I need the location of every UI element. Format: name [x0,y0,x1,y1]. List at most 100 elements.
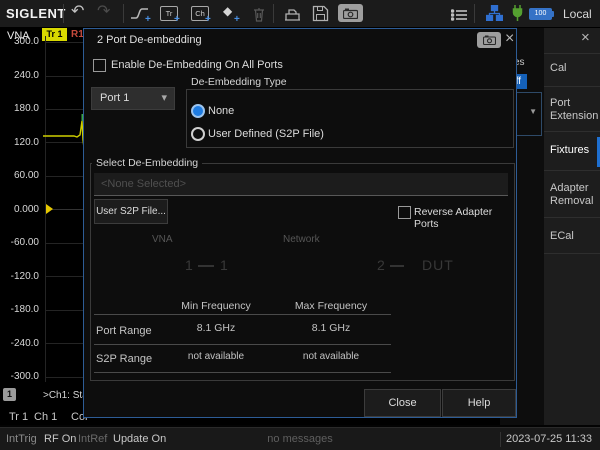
table-row-label: Port Range [96,325,152,337]
diamond-glyph: ◆ [223,4,232,18]
y-axis-label: 300.0 [0,36,39,47]
gridline [45,243,83,244]
gridline [45,276,83,277]
radio-none-label: None [208,105,234,117]
sidebar-divider [544,170,600,171]
help-button[interactable]: Help [442,389,516,417]
sidebar-item-cal[interactable]: Cal [550,62,596,75]
sidebar-item-adapter-removal[interactable]: Adapter Removal [550,182,596,208]
battery-icon: 100 [529,8,554,20]
s2p-file-field[interactable]: <None Selected> [94,173,508,196]
y-axis-label: 240.0 [0,70,39,81]
diagram-port2: 2 [377,257,385,273]
y-axis-label: -60.00 [0,237,39,248]
y-axis-label: 60.00 [0,170,39,181]
delete-trash-icon[interactable] [252,6,266,27]
menu-list-icon[interactable] [451,8,467,26]
table-cell: not available [294,351,368,362]
sidebar-divider [544,217,600,218]
redo-icon[interactable]: ↷ [97,4,110,20]
connector-line [198,265,214,267]
save-icon[interactable] [312,5,329,27]
reverse-ports-label: Reverse Adapter Ports [414,206,516,230]
recall-open-icon[interactable] [283,5,302,27]
close-button[interactable]: Close [364,389,441,417]
diagram-dut-label: DUT [422,257,454,273]
status-datetime: 2023-07-25 11:33 [506,433,592,445]
sidebar-item-ecal[interactable]: ECal [550,230,596,243]
table-header-max: Max Frequency [294,300,368,312]
local-mode-label[interactable]: Local [563,7,592,21]
sidebar-menu: × Cal Port Extension Fixtures Adapter Re… [544,28,600,425]
table-header-min: Min Frequency [181,300,251,312]
sidebar-item-fixtures[interactable]: Fixtures [550,144,596,157]
table-cell: 8.1 GHz [181,322,251,334]
plus-badge: + [205,15,211,25]
radio-none[interactable] [191,104,205,118]
table-cell: 8.1 GHz [294,322,368,334]
connector-line [390,265,404,267]
gridline [45,176,83,177]
dialog-camera-button[interactable] [477,32,501,48]
dialog-title: 2 Port De-embedding [97,34,202,46]
power-plug-icon [511,4,524,27]
brand-logo: SIGLENT [6,6,66,21]
vna-screen: SIGLENT ↶ ↷ + Tr + Ch + ◆ + [0,0,600,450]
reverse-ports-checkbox[interactable] [398,206,411,219]
diagram-port1-left: 1 [185,257,193,273]
reference-level-marker[interactable] [46,204,53,214]
diagram-vna-label: VNA [152,234,173,245]
trace-plot [43,112,85,154]
battery-tip [552,11,554,17]
y-axis-label: -180.0 [0,304,39,315]
user-s2p-file-button[interactable]: User S2P File... [94,199,168,224]
table-row-label: S2P Range [96,353,152,365]
dropdown-arrow-icon: ▼ [529,107,537,116]
add-channel-window-icon[interactable]: Ch + [191,6,209,21]
type-group-label: De-Embedding Type [187,76,291,88]
gridline [45,310,83,311]
y-axis-label: 0.000 [0,204,39,215]
enable-all-checkbox[interactable] [93,59,106,72]
channel-number-badge: 1 [3,388,16,401]
sidebar-close-icon[interactable]: × [581,31,590,45]
toolbar-divider [273,4,274,23]
diagram-port1-right: 1 [220,257,228,273]
add-marker-icon[interactable]: ◆ + [223,4,232,18]
select-group-label: Select De-Embedding [92,157,202,169]
gridline [45,343,83,344]
table-divider [94,372,391,373]
toolbar-divider [123,4,124,23]
enable-all-label: Enable De-Embedding On All Ports [111,59,283,71]
port-select-dropdown[interactable]: Port 1 ▾ [91,87,175,110]
radio-user-defined-label: User Defined (S2P File) [208,128,324,140]
y-axis-label: -300.0 [0,371,39,382]
y-axis-label: 180.0 [0,103,39,114]
sidebar-divider [544,253,600,254]
plus-badge: + [174,15,180,25]
sidebar-divider [544,86,600,87]
dialog-close-icon[interactable]: × [505,32,514,46]
port-select-value: Port 1 [100,92,129,104]
screenshot-camera-button[interactable] [338,4,363,22]
gridline [45,76,83,77]
toolbar-divider [474,4,475,23]
gridline [45,109,83,110]
sidebar-item-port-extension[interactable]: Port Extension [550,97,596,123]
network-icon[interactable] [486,5,503,26]
undo-icon[interactable]: ↶ [71,4,84,20]
chevron-down-icon: ▾ [161,91,167,104]
table-divider [94,344,391,345]
table-cell: not available [181,351,251,362]
add-trace-curve-icon[interactable]: + [130,5,150,26]
add-trace-window-icon[interactable]: Tr + [160,6,178,21]
battery-level: 100 [529,8,552,20]
y-axis-label: -120.0 [0,271,39,282]
sidebar-divider [544,131,600,132]
y-axis-label: -240.0 [0,338,39,349]
plus-badge: + [234,15,240,25]
radio-user-defined[interactable] [191,127,205,141]
sidebar-divider [544,53,600,54]
bottom-tab-trace[interactable]: Tr 1 [9,411,28,423]
bottom-tab-channel[interactable]: Ch 1 [34,411,57,423]
